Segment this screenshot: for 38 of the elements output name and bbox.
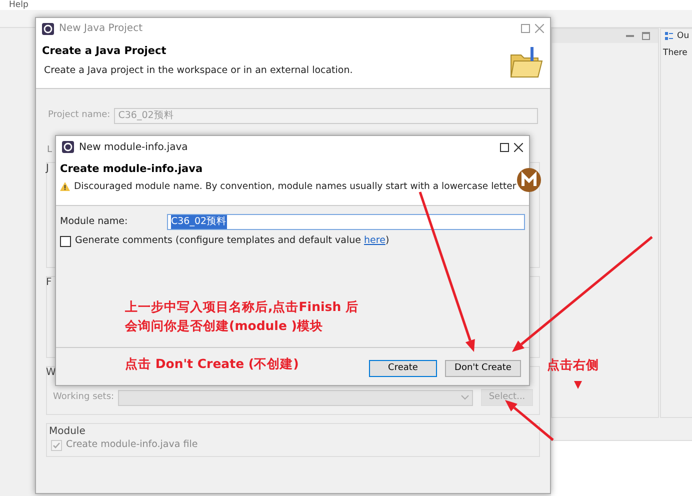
dialog-heading: Create module-info.java [60, 163, 204, 176]
dialog-heading: Create a Java Project [42, 45, 168, 58]
checkbox-label: Generate comments (configure templates and default value here) [75, 234, 390, 248]
annotation-arrow [505, 400, 554, 441]
field-value: C36_02预料 [171, 214, 227, 230]
field-label: Module name: [60, 214, 129, 229]
field-label: Working sets: [53, 390, 114, 404]
marker-icon [574, 381, 582, 389]
panel-tab[interactable]: Ou [677, 30, 690, 42]
group-title: Module [49, 425, 86, 439]
close-icon[interactable] [514, 142, 523, 152]
dialog-button[interactable]: Don't Create [445, 360, 521, 377]
warning-message: Discouraged module name. By convention, module names usually start with a lowercase letter [74, 180, 516, 194]
app-icon [42, 22, 54, 34]
app-icon [62, 141, 74, 153]
field-label: Project name: [48, 109, 110, 122]
group-title: W [46, 366, 56, 380]
outline-icon [665, 32, 673, 40]
link[interactable]: here [364, 235, 386, 246]
label-fragment: L [47, 144, 52, 157]
checkbox-label: Create module-info.java file [66, 438, 198, 452]
annotation-text: 点击 Don't Create (不创建) [125, 355, 299, 373]
module-name-field[interactable]: C36_02预料 [167, 214, 525, 230]
panel-message: There [663, 47, 688, 60]
dropdown-icon [461, 395, 469, 400]
maximize-icon[interactable] [500, 142, 509, 152]
window-title: New module-info.java [79, 140, 189, 154]
dialog-description: Create a Java project in the workspace or in an external location. [44, 64, 353, 78]
annotation-text: 点击右侧 [547, 356, 599, 374]
annotation-text: 上一步中写入项目名称后,点击Finish 后 会询问你是否创建(module )模块 [125, 298, 358, 335]
group-title: J [46, 162, 49, 176]
window-title: New Java Project [59, 22, 144, 36]
menu-item[interactable]: Help [9, 0, 28, 10]
warning-icon [60, 182, 70, 192]
dialog-button[interactable]: Create [369, 360, 437, 377]
checkbox[interactable] [60, 236, 71, 247]
group-title: F [46, 276, 52, 290]
minimize-icon[interactable] [626, 32, 634, 40]
